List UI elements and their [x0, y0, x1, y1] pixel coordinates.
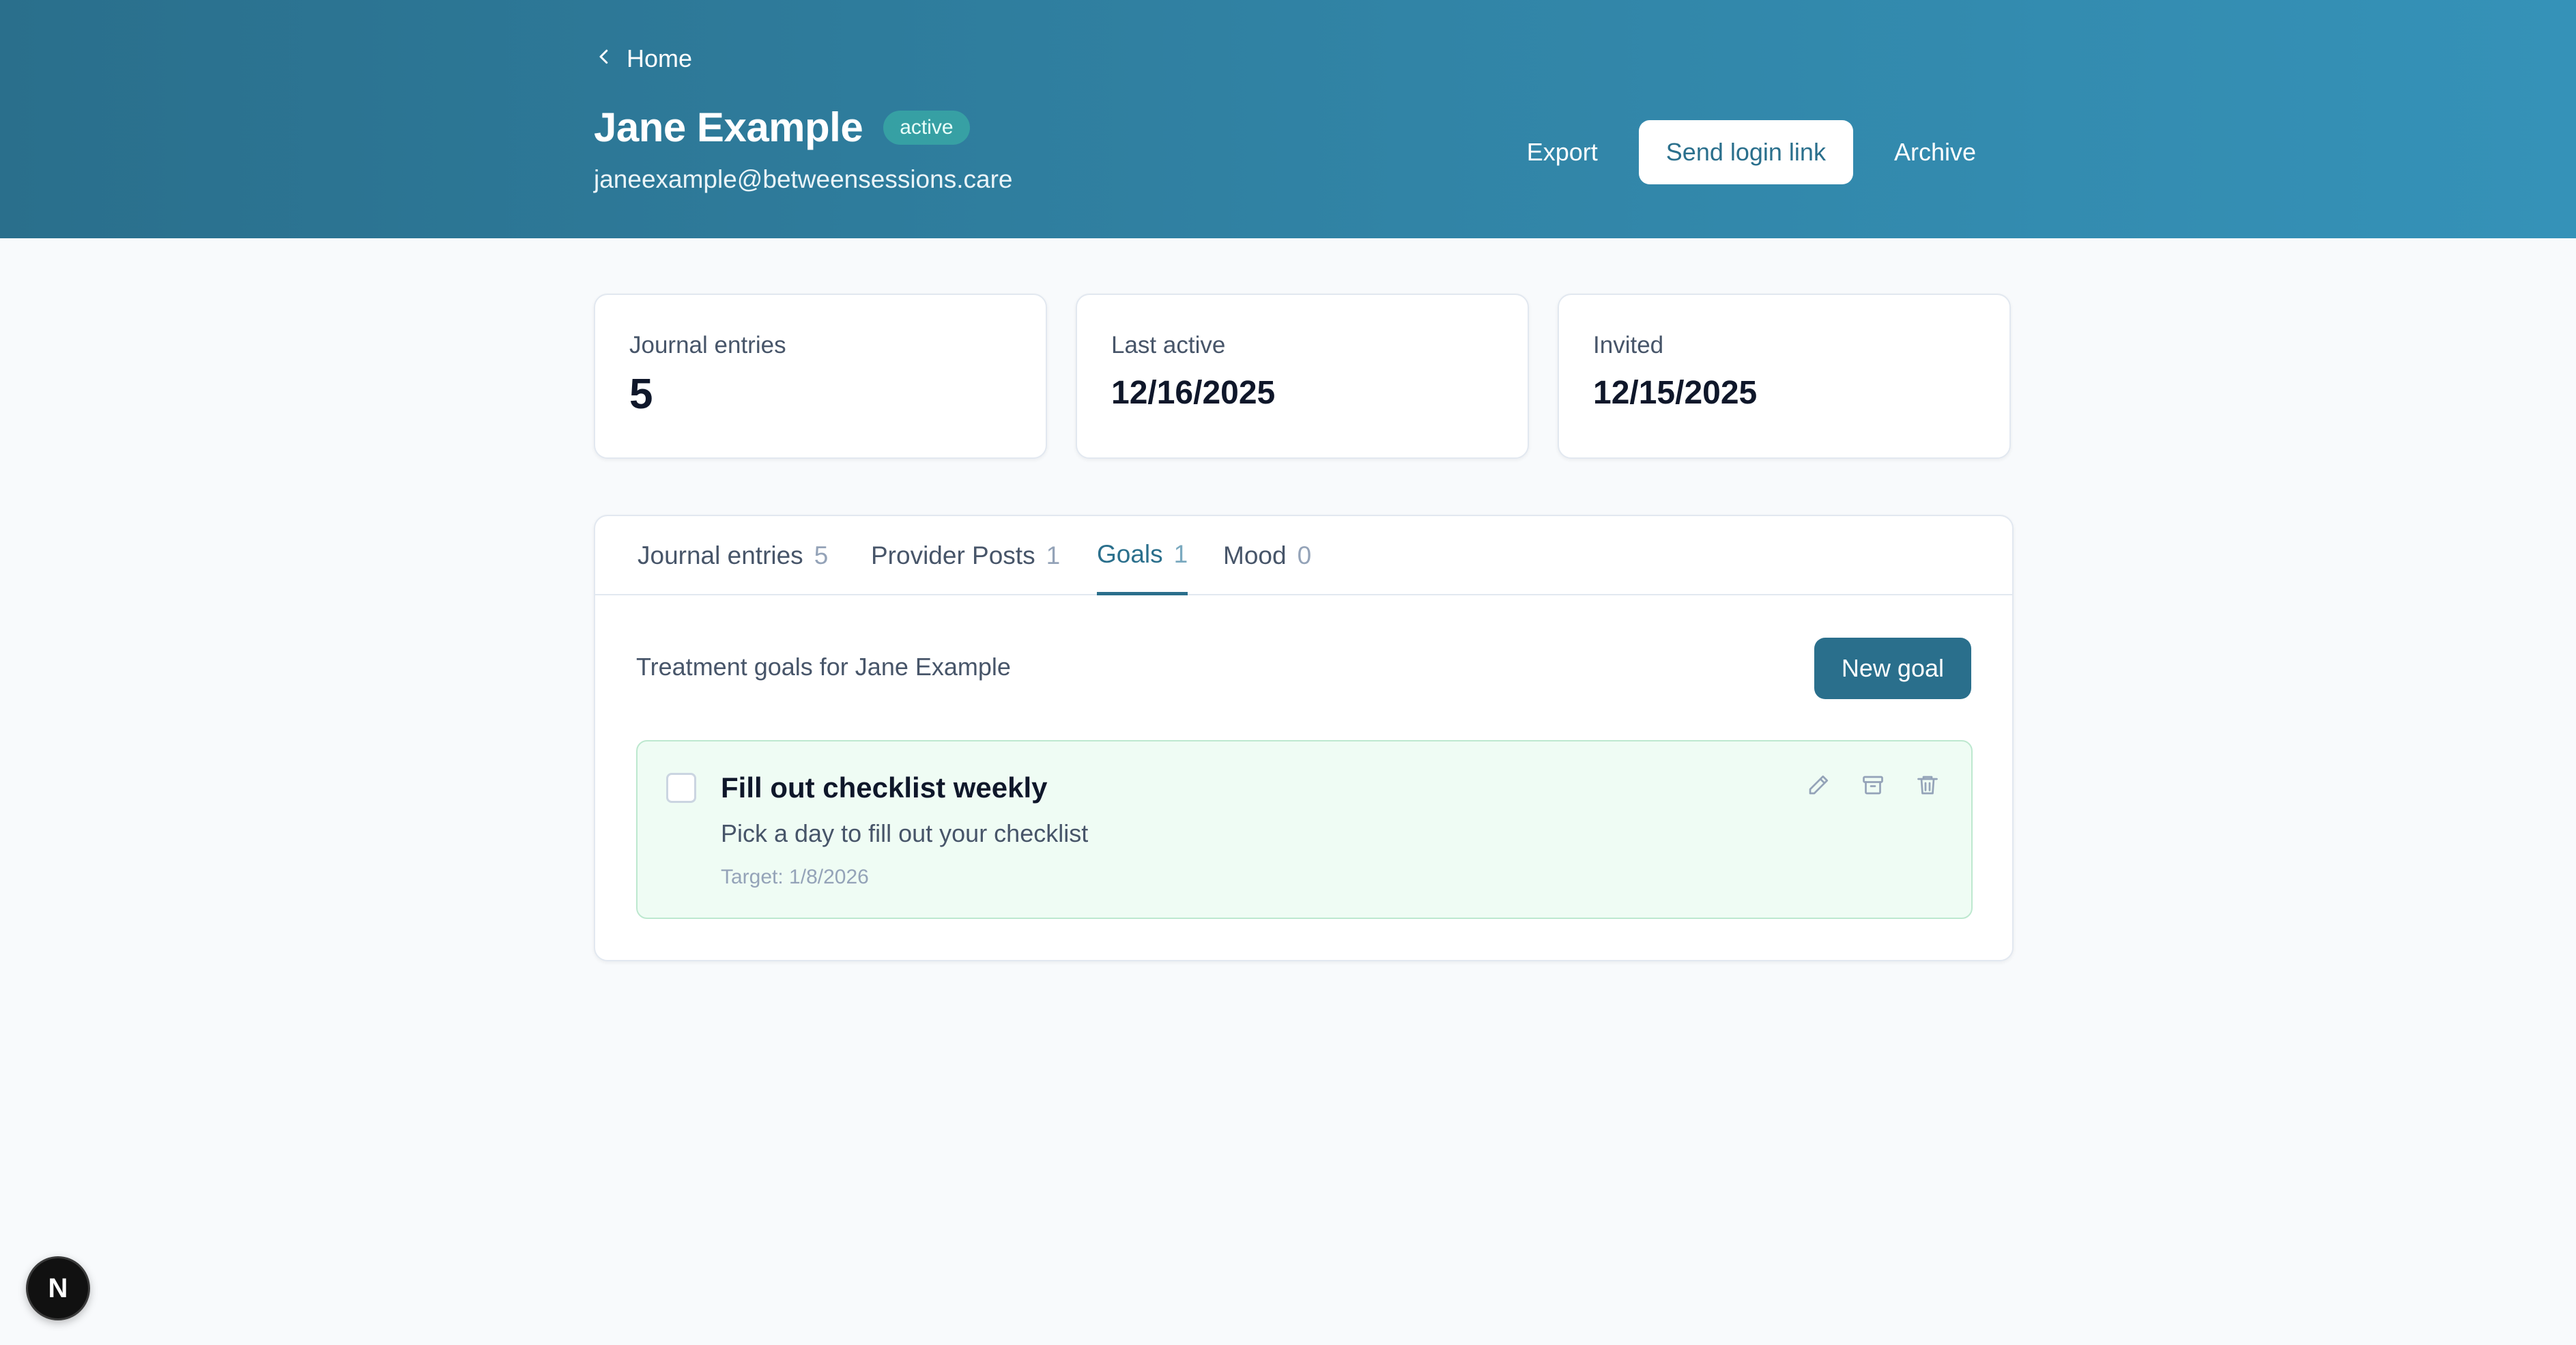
archive-button[interactable]: Archive: [1883, 126, 1987, 179]
goals-subtitle: Treatment goals for Jane Example: [636, 653, 1011, 681]
archive-icon[interactable]: [1861, 773, 1885, 797]
stat-label: Invited: [1593, 332, 1664, 358]
tab-goals[interactable]: Goals 1: [1097, 516, 1188, 595]
stat-card-journal-entries: Journal entries 5: [594, 294, 1047, 459]
goal-card: Fill out checklist weekly Pick a day to …: [636, 740, 1973, 919]
tabs-panel: Journal entries 5 Provider Posts 1 Goals…: [594, 515, 2014, 961]
trash-icon[interactable]: [1915, 773, 1940, 797]
stat-value: 12/15/2025: [1593, 375, 1758, 411]
page-header: Home Jane Example active janeexample@bet…: [0, 0, 2576, 238]
tab-mood[interactable]: Mood 0: [1223, 516, 1311, 595]
send-login-link-button[interactable]: Send login link: [1638, 120, 1853, 184]
title-row: Jane Example active: [594, 104, 970, 151]
chevron-left-icon: [594, 44, 614, 73]
tab-bar: Journal entries 5 Provider Posts 1 Goals…: [595, 516, 2012, 595]
goal-title: Fill out checklist weekly: [721, 771, 1048, 804]
goal-complete-checkbox[interactable]: [666, 773, 696, 803]
tab-count: 1: [1046, 541, 1061, 569]
tab-count: 1: [1173, 539, 1188, 568]
stat-label: Last active: [1111, 332, 1226, 358]
tab-label: Journal entries: [638, 541, 803, 569]
status-badge: active: [883, 110, 970, 145]
stat-value: 5: [629, 371, 653, 418]
tab-label: Provider Posts: [871, 541, 1035, 569]
stat-label: Journal entries: [629, 332, 786, 358]
back-home-link[interactable]: Home: [594, 42, 692, 75]
goal-actions: [1806, 773, 1940, 797]
tab-label: Mood: [1223, 541, 1287, 569]
back-home-label: Home: [627, 44, 693, 72]
goal-target-date: Target: 1/8/2026: [721, 866, 869, 888]
tab-journal-entries[interactable]: Journal entries 5: [638, 516, 828, 595]
stat-card-last-active: Last active 12/16/2025: [1076, 294, 1529, 459]
pencil-icon[interactable]: [1806, 773, 1831, 797]
tab-count: 0: [1297, 541, 1312, 569]
stat-value: 12/16/2025: [1111, 375, 1276, 411]
stat-card-invited: Invited 12/15/2025: [1558, 294, 2011, 459]
tab-provider-posts[interactable]: Provider Posts 1: [871, 516, 1060, 595]
new-goal-button[interactable]: New goal: [1814, 638, 1971, 699]
page-title: Jane Example: [594, 104, 863, 150]
client-email: janeexample@betweensessions.care: [594, 165, 1013, 193]
stats-row: Journal entries 5 Last active 12/16/2025…: [594, 294, 2011, 459]
goal-description: Pick a day to fill out your checklist: [721, 819, 1089, 847]
tab-label: Goals: [1097, 539, 1163, 568]
tab-count: 5: [814, 541, 829, 569]
header-actions: Export Send login link Archive: [1516, 120, 1987, 184]
export-button[interactable]: Export: [1516, 126, 1609, 179]
dev-tools-badge[interactable]: N: [26, 1256, 90, 1320]
